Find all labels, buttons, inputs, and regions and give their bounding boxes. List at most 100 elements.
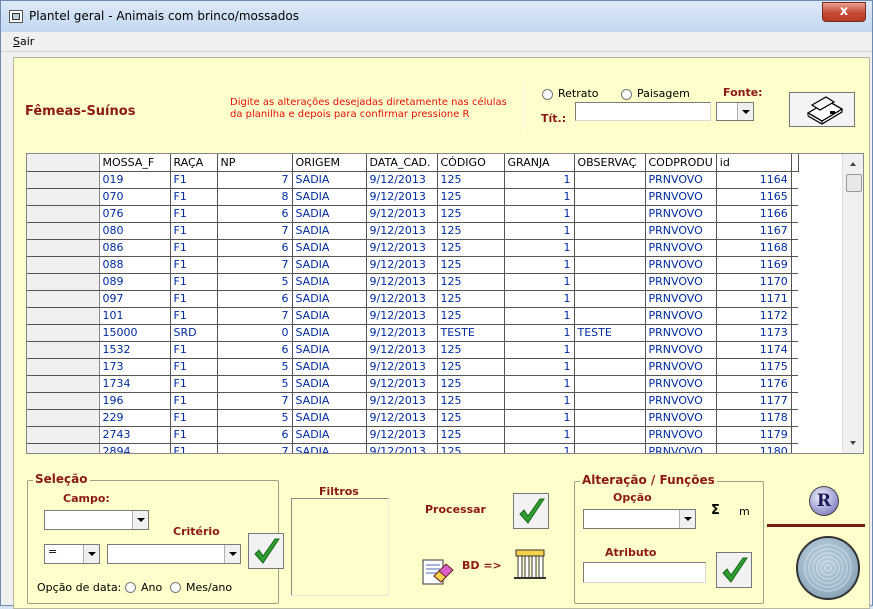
table-cell[interactable]: 15000 [99,324,171,342]
table-cell[interactable]: 070 [99,188,171,206]
column-header[interactable]: DATA_CAD. [366,154,438,172]
table-cell[interactable]: F1 [170,375,218,393]
row-header[interactable] [27,273,100,291]
table-cell[interactable]: SADIA [292,273,367,291]
column-header[interactable]: RAÇA [170,154,218,172]
table-cell[interactable]: 1 [504,392,575,410]
table-cell[interactable]: PRNVOVO [645,205,717,223]
m-button[interactable]: m [739,505,750,518]
table-cell[interactable]: SADIA [292,290,367,308]
table-cell[interactable]: SADIA [292,392,367,410]
table-cell[interactable]: 7 [217,307,293,325]
table-cell[interactable]: PRNVOVO [645,307,717,325]
table-cell[interactable]: SADIA [292,409,367,427]
table-cell[interactable]: 1170 [716,273,792,291]
table-cell[interactable]: 6 [217,341,293,359]
table-cell[interactable]: 1 [504,239,575,257]
table-cell[interactable]: 9/12/2013 [366,239,438,257]
table-cell[interactable]: SRD [170,324,218,342]
row-header[interactable] [27,409,100,427]
table-cell[interactable]: PRNVOVO [645,239,717,257]
ano-radio[interactable] [125,582,136,593]
table-cell[interactable]: 9/12/2013 [366,392,438,410]
table-cell[interactable]: 1 [504,324,575,342]
table-cell[interactable]: SADIA [292,171,367,189]
table-cell[interactable]: 125 [437,222,505,240]
table-cell[interactable]: 1 [504,256,575,274]
table-cell[interactable]: 088 [99,256,171,274]
table-cell[interactable]: 125 [437,409,505,427]
retrato-radio[interactable] [542,89,553,100]
table-row[interactable]: 101 F1 7 SADIA 9/12/2013 125 1 PRNVOVO 1172 [27,307,799,325]
table-cell[interactable]: 125 [437,273,505,291]
table-cell[interactable]: 7 [217,222,293,240]
table-cell[interactable]: 125 [437,358,505,376]
table-cell[interactable]: 6 [217,290,293,308]
table-cell[interactable]: 1 [504,341,575,359]
table-cell[interactable]: F1 [170,205,218,223]
table-cell[interactable]: 1168 [716,239,792,257]
apply-selection-button[interactable] [248,533,284,569]
table-cell[interactable] [574,273,646,291]
table-cell[interactable]: SADIA [292,375,367,393]
table-cell[interactable]: 8 [217,188,293,206]
table-row[interactable]: 089 F1 5 SADIA 9/12/2013 125 1 PRNVOVO 1170 [27,273,799,291]
table-cell[interactable]: 125 [437,426,505,444]
table-cell[interactable]: 5 [217,409,293,427]
table-cell[interactable]: 7 [217,392,293,410]
table-cell[interactable]: 9/12/2013 [366,256,438,274]
column-header[interactable]: CODPRODU [645,154,717,172]
table-cell[interactable] [574,222,646,240]
table-cell[interactable]: 125 [437,171,505,189]
row-header[interactable] [27,324,100,342]
table-cell[interactable]: 089 [99,273,171,291]
table-cell[interactable]: 1 [504,375,575,393]
table-cell[interactable]: 9/12/2013 [366,426,438,444]
table-cell[interactable]: 125 [437,341,505,359]
column-header[interactable]: CÓDIGO [437,154,505,172]
table-cell[interactable] [574,392,646,410]
table-cell[interactable]: F1 [170,256,218,274]
table-cell[interactable] [574,188,646,206]
mes-ano-radio[interactable] [170,582,181,593]
table-cell[interactable]: 2743 [99,426,171,444]
table-cell[interactable]: PRNVOVO [645,392,717,410]
table-cell[interactable]: F1 [170,409,218,427]
table-cell[interactable]: 6 [217,239,293,257]
table-cell[interactable]: 7 [217,443,293,453]
table-cell[interactable]: F1 [170,307,218,325]
table-cell[interactable]: 7 [217,256,293,274]
table-cell[interactable]: 086 [99,239,171,257]
table-row[interactable]: 173 F1 5 SADIA 9/12/2013 125 1 PRNVOVO 1175 [27,358,799,376]
row-header[interactable] [27,392,100,410]
table-cell[interactable]: 229 [99,409,171,427]
table-cell[interactable]: SADIA [292,358,367,376]
column-header[interactable]: NP [217,154,293,172]
table-row[interactable]: 086 F1 6 SADIA 9/12/2013 125 1 PRNVOVO 1168 [27,239,799,257]
table-cell[interactable]: 1 [504,222,575,240]
table-cell[interactable]: 1734 [99,375,171,393]
row-header[interactable] [27,375,100,393]
table-cell[interactable]: PRNVOVO [645,324,717,342]
table-cell[interactable]: 1178 [716,409,792,427]
row-header[interactable] [27,426,100,444]
table-row[interactable]: 2743 F1 6 SADIA 9/12/2013 125 1 PRNVOVO 1179 [27,426,799,444]
table-cell[interactable]: 9/12/2013 [366,307,438,325]
table-cell[interactable]: TESTE [437,324,505,342]
table-cell[interactable]: 080 [99,222,171,240]
table-cell[interactable]: F1 [170,222,218,240]
scrollbar-thumb[interactable] [846,174,862,192]
table-cell[interactable]: PRNVOVO [645,273,717,291]
table-cell[interactable]: 1171 [716,290,792,308]
table-cell[interactable]: 173 [99,358,171,376]
table-cell[interactable]: PRNVOVO [645,256,717,274]
table-cell[interactable]: 125 [437,307,505,325]
table-cell[interactable]: 1169 [716,256,792,274]
table-cell[interactable]: 5 [217,358,293,376]
table-cell[interactable]: 125 [437,239,505,257]
table-cell[interactable]: 9/12/2013 [366,409,438,427]
table-cell[interactable]: 9/12/2013 [366,205,438,223]
table-cell[interactable]: PRNVOVO [645,222,717,240]
filtros-list[interactable] [291,498,389,596]
table-cell[interactable]: 9/12/2013 [366,171,438,189]
